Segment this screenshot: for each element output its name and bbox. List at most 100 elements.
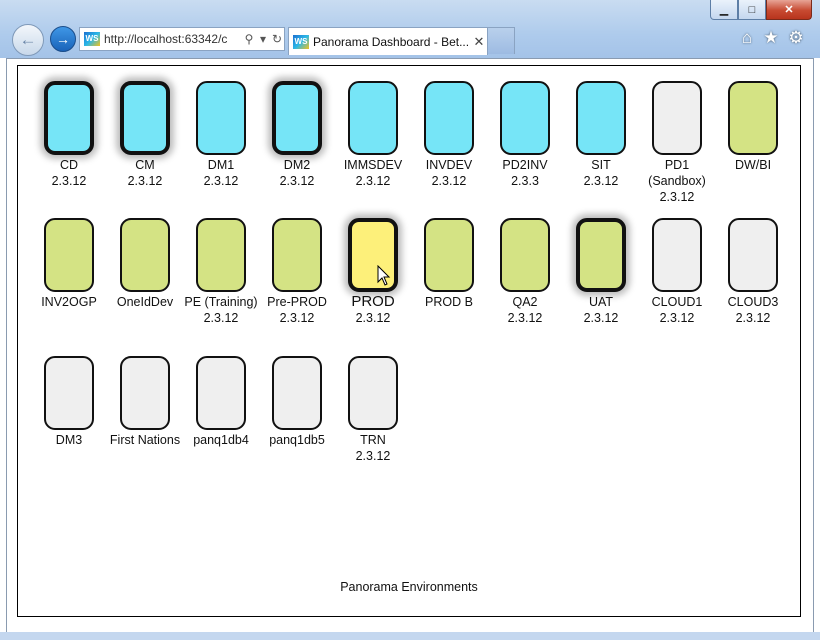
env-version: 2.3.12	[507, 311, 543, 325]
back-arrow-icon[interactable]: ←	[12, 24, 44, 56]
env-tile[interactable]	[576, 218, 626, 292]
env-card-dw-bi[interactable]: DW/BI	[715, 81, 791, 173]
env-name: First Nations	[109, 433, 181, 447]
env-name: DW/BI	[734, 158, 772, 172]
env-version: 2.3.12	[203, 174, 239, 188]
env-tile[interactable]	[196, 356, 246, 430]
env-tile[interactable]	[348, 81, 398, 155]
env-tile[interactable]	[120, 356, 170, 430]
env-version: 2.3.12	[127, 174, 163, 188]
env-tile[interactable]	[272, 356, 322, 430]
dropdown-icon[interactable]: ▾	[256, 32, 270, 46]
env-tile[interactable]	[576, 81, 626, 155]
tab-close-icon[interactable]: ✕	[471, 34, 487, 50]
env-card-prod-b[interactable]: PROD B	[411, 218, 487, 310]
env-name: panq1db5	[269, 433, 325, 447]
env-tile[interactable]	[196, 218, 246, 292]
env-tile[interactable]	[196, 81, 246, 155]
env-name: SIT	[591, 158, 611, 172]
minimize-button[interactable]: ▁	[710, 0, 738, 20]
refresh-icon[interactable]: ↻	[270, 32, 284, 46]
env-card-trn[interactable]: TRN 2.3.12	[335, 356, 411, 464]
env-card-panq1db4[interactable]: panq1db4	[183, 356, 259, 448]
env-tile[interactable]	[272, 218, 322, 292]
env-card-oneiddev[interactable]: OneIdDev	[107, 218, 183, 310]
env-tile[interactable]	[500, 218, 550, 292]
env-card-cm[interactable]: CM 2.3.12	[107, 81, 183, 189]
env-card-pre-prod[interactable]: Pre-PROD 2.3.12	[259, 218, 335, 326]
env-name: UAT	[588, 295, 614, 309]
home-icon[interactable]: ⌂	[737, 28, 757, 48]
env-tile[interactable]	[424, 218, 474, 292]
env-card-cloud3[interactable]: CLOUD3 2.3.12	[715, 218, 791, 326]
env-card-pd2inv[interactable]: PD2INV 2.3.3	[487, 81, 563, 189]
gear-icon[interactable]: ⚙	[786, 28, 806, 48]
env-tile[interactable]	[348, 356, 398, 430]
env-tile[interactable]	[44, 218, 94, 292]
env-version: 2.3.12	[51, 174, 87, 188]
window-controls: ▁ □ ✕	[710, 0, 812, 20]
env-card-dm3[interactable]: DM3	[31, 356, 107, 448]
env-tile[interactable]	[120, 81, 170, 155]
env-name: IMMSDEV	[343, 158, 403, 172]
env-name: DM1	[207, 158, 235, 172]
env-tile[interactable]	[652, 81, 702, 155]
browser-titlebar: ▁ □ ✕ ← → WS http://localhost:63342/c ⚲ …	[0, 0, 820, 58]
env-version: 2.3.12	[659, 190, 695, 204]
forward-arrow-icon[interactable]: →	[50, 26, 76, 52]
env-card-dm2[interactable]: DM2 2.3.12	[259, 81, 335, 189]
env-name: PE (Training)	[184, 295, 258, 309]
env-name: CLOUD3	[727, 295, 779, 309]
dashboard-footer: Panorama Environments	[340, 580, 478, 594]
mouse-cursor-icon	[377, 265, 391, 286]
env-version: 2.3.12	[659, 311, 695, 325]
env-card-prod[interactable]: PROD 2.3.12	[335, 218, 411, 326]
env-tile[interactable]	[652, 218, 702, 292]
browser-tab[interactable]: WS Panorama Dashboard - Bet... ✕	[288, 27, 488, 55]
env-name: Pre-PROD	[267, 295, 327, 309]
env-name: DM2	[283, 158, 311, 172]
env-card-dm1[interactable]: DM1 2.3.12	[183, 81, 259, 189]
env-card-invdev[interactable]: INVDEV 2.3.12	[411, 81, 487, 189]
env-card-cd[interactable]: CD 2.3.12	[31, 81, 107, 189]
env-card-first-nations[interactable]: First Nations	[107, 356, 183, 448]
env-card-qa2[interactable]: QA2 2.3.12	[487, 218, 563, 326]
window-bottom-border	[0, 632, 820, 640]
env-tile[interactable]	[44, 356, 94, 430]
env-card-cloud1[interactable]: CLOUD1 2.3.12	[639, 218, 715, 326]
env-card-immsdev[interactable]: IMMSDEV 2.3.12	[335, 81, 411, 189]
env-name: PROD B	[425, 295, 473, 309]
close-button[interactable]: ✕	[766, 0, 812, 20]
env-version: 2.3.12	[735, 311, 771, 325]
tab-favicon: WS	[293, 34, 309, 49]
env-version: 2.3.12	[583, 174, 619, 188]
env-tile[interactable]	[728, 81, 778, 155]
new-tab-button[interactable]	[487, 27, 515, 54]
env-version: 2.3.12	[279, 311, 315, 325]
favicon: WS	[84, 32, 100, 46]
env-version: 2.3.3	[511, 174, 539, 188]
env-card-panq1db5[interactable]: panq1db5	[259, 356, 335, 448]
env-card-pe-training[interactable]: PE (Training) 2.3.12	[183, 218, 259, 326]
env-tile[interactable]	[44, 81, 94, 155]
env-name: INV2OGP	[41, 295, 97, 309]
env-card-inv2ogp[interactable]: INV2OGP	[31, 218, 107, 310]
env-tile[interactable]	[728, 218, 778, 292]
env-card-sit[interactable]: SIT 2.3.12	[563, 81, 639, 189]
env-tile[interactable]	[272, 81, 322, 155]
env-name: PD2INV	[502, 158, 548, 172]
address-bar[interactable]: WS http://localhost:63342/c ⚲ ▾ ↻	[79, 27, 285, 51]
env-name: panq1db4	[193, 433, 249, 447]
env-tile[interactable]	[120, 218, 170, 292]
env-tile[interactable]	[424, 81, 474, 155]
search-icon[interactable]: ⚲	[242, 32, 256, 46]
address-url[interactable]: http://localhost:63342/c	[104, 32, 242, 46]
env-tile[interactable]	[500, 81, 550, 155]
env-version: 2.3.12	[355, 449, 391, 463]
env-name: QA2	[512, 295, 538, 309]
star-icon[interactable]: ★	[761, 28, 781, 48]
tab-title[interactable]: Panorama Dashboard - Bet...	[313, 35, 471, 49]
env-card-pd1-sandbox[interactable]: PD1 (Sandbox) 2.3.12	[639, 81, 715, 205]
env-card-uat[interactable]: UAT 2.3.12	[563, 218, 639, 326]
maximize-button[interactable]: □	[738, 0, 766, 20]
